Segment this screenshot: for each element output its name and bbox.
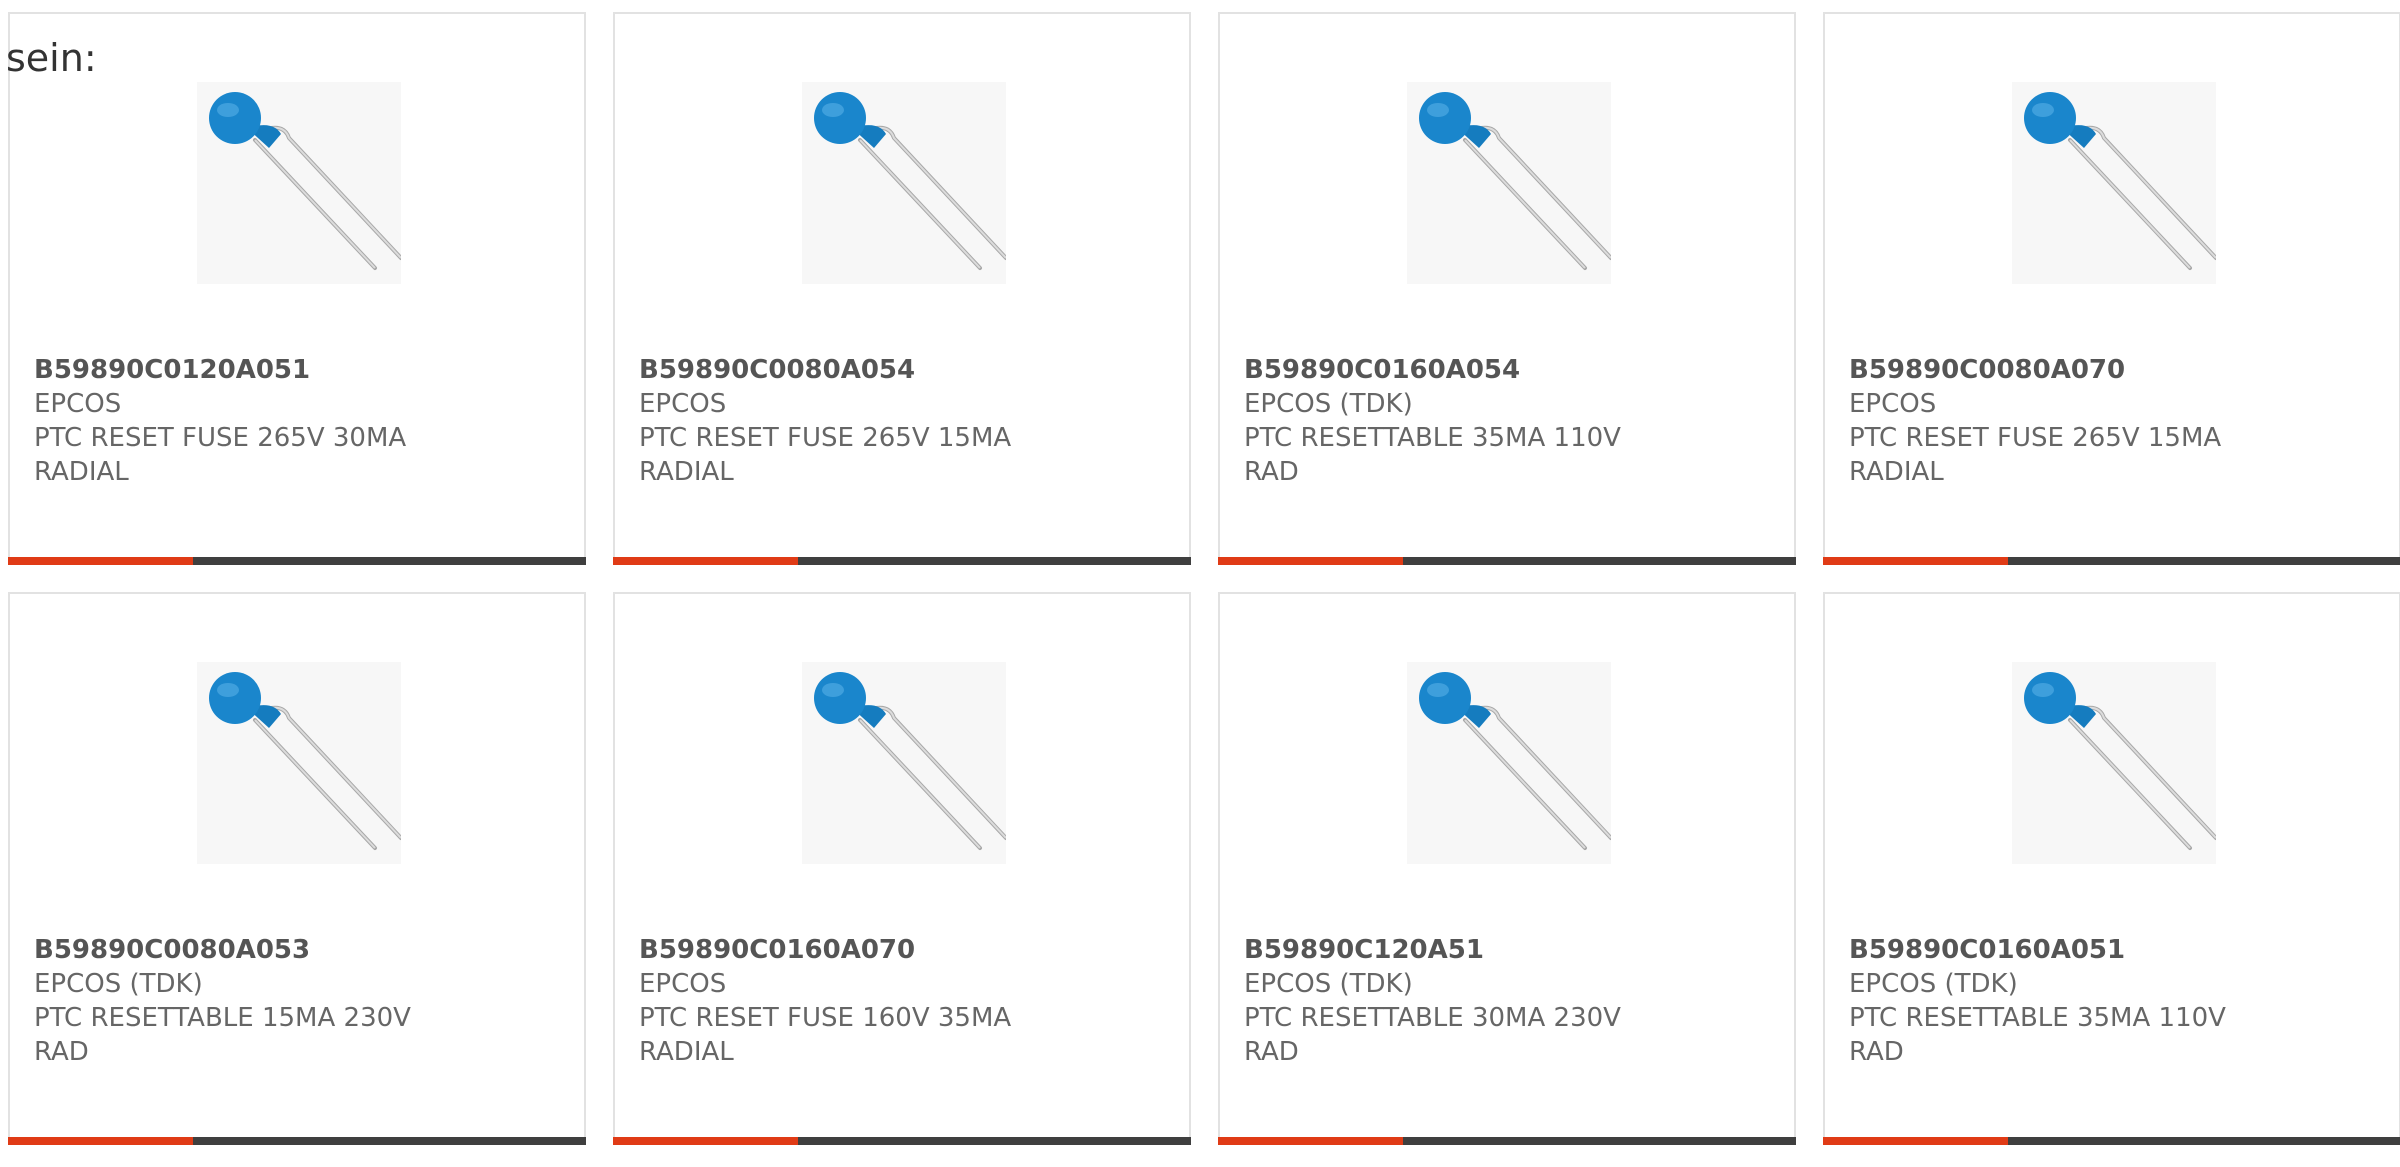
manufacturer-name: EPCOS [34,389,122,419]
part-number-link[interactable]: B59890C0120A051 [34,353,564,387]
card-body: B59890C0080A054 EPCOS PTC RESET FUSE 265… [639,353,1169,489]
accent-bar-dark [1403,1137,1796,1145]
accent-bar-dark [798,557,1191,565]
accent-bar-dark [193,557,586,565]
accent-bar-orange [1218,1137,1403,1145]
accent-bar-orange [1823,557,2008,565]
part-number-link[interactable]: B59890C0080A070 [1849,353,2379,387]
card-accent-bar [1218,557,1796,565]
accent-bar-orange [1823,1137,2008,1145]
card-body: B59890C0120A051 EPCOS PTC RESET FUSE 265… [34,353,564,489]
ptc-thermistor-image[interactable] [197,662,401,864]
product-card[interactable]: B59890C0080A053 EPCOS (TDK) PTC RESETTAB… [8,592,586,1145]
manufacturer-name: EPCOS (TDK) [1244,389,1413,419]
accent-bar-orange [613,557,798,565]
accent-bar-orange [8,1137,193,1145]
manufacturer-name: EPCOS [639,389,727,419]
accent-bar-dark [193,1137,586,1145]
part-number-link[interactable]: B59890C0160A051 [1849,933,2379,967]
part-number-link[interactable]: B59890C0160A054 [1244,353,1774,387]
intro-text: sein: [6,36,97,80]
card-body: B59890C0080A070 EPCOS PTC RESET FUSE 265… [1849,353,2379,489]
product-description: PTC RESETTABLE 35MA 110V RAD [1849,1003,2226,1067]
card-accent-bar [1823,1137,2400,1145]
card-accent-bar [613,1137,1191,1145]
ptc-thermistor-image[interactable] [2012,662,2216,864]
product-description: PTC RESET FUSE 265V 30MA RADIAL [34,423,407,487]
card-accent-bar [8,557,586,565]
product-card[interactable]: B59890C0080A054 EPCOS PTC RESET FUSE 265… [613,12,1191,565]
ptc-thermistor-image[interactable] [2012,82,2216,284]
product-card[interactable]: B59890C0120A051 EPCOS PTC RESET FUSE 265… [8,12,586,565]
manufacturer-name: EPCOS (TDK) [34,969,203,999]
card-body: B59890C120A51 EPCOS (TDK) PTC RESETTABLE… [1244,933,1774,1069]
card-accent-bar [8,1137,586,1145]
card-body: B59890C0160A051 EPCOS (TDK) PTC RESETTAB… [1849,933,2379,1069]
product-card[interactable]: B59890C0160A054 EPCOS (TDK) PTC RESETTAB… [1218,12,1796,565]
manufacturer-name: EPCOS (TDK) [1849,969,2018,999]
product-card[interactable]: B59890C0160A051 EPCOS (TDK) PTC RESETTAB… [1823,592,2400,1145]
ptc-thermistor-image[interactable] [1407,662,1611,864]
manufacturer-name: EPCOS [1849,389,1937,419]
accent-bar-orange [613,1137,798,1145]
accent-bar-orange [8,557,193,565]
manufacturer-name: EPCOS (TDK) [1244,969,1413,999]
product-description: PTC RESETTABLE 30MA 230V RAD [1244,1003,1621,1067]
product-description: PTC RESET FUSE 265V 15MA RADIAL [639,423,1012,487]
ptc-thermistor-image[interactable] [802,662,1006,864]
accent-bar-orange [1218,557,1403,565]
product-card[interactable]: B59890C120A51 EPCOS (TDK) PTC RESETTABLE… [1218,592,1796,1145]
product-grid: B59890C0120A051 EPCOS PTC RESET FUSE 265… [8,12,2400,1145]
accent-bar-dark [1403,557,1796,565]
part-number-link[interactable]: B59890C0080A054 [639,353,1169,387]
card-body: B59890C0080A053 EPCOS (TDK) PTC RESETTAB… [34,933,564,1069]
card-accent-bar [1218,1137,1796,1145]
accent-bar-dark [2008,557,2400,565]
product-description: PTC RESETTABLE 15MA 230V RAD [34,1003,411,1067]
accent-bar-dark [2008,1137,2400,1145]
product-description: PTC RESET FUSE 160V 35MA RADIAL [639,1003,1012,1067]
card-body: B59890C0160A070 EPCOS PTC RESET FUSE 160… [639,933,1169,1069]
accent-bar-dark [798,1137,1191,1145]
ptc-thermistor-image[interactable] [197,82,401,284]
card-accent-bar [1823,557,2400,565]
part-number-link[interactable]: B59890C0160A070 [639,933,1169,967]
part-number-link[interactable]: B59890C120A51 [1244,933,1774,967]
product-description: PTC RESETTABLE 35MA 110V RAD [1244,423,1621,487]
manufacturer-name: EPCOS [639,969,727,999]
card-accent-bar [613,557,1191,565]
ptc-thermistor-image[interactable] [802,82,1006,284]
product-description: PTC RESET FUSE 265V 15MA RADIAL [1849,423,2222,487]
card-body: B59890C0160A054 EPCOS (TDK) PTC RESETTAB… [1244,353,1774,489]
product-card[interactable]: B59890C0160A070 EPCOS PTC RESET FUSE 160… [613,592,1191,1145]
ptc-thermistor-image[interactable] [1407,82,1611,284]
product-card[interactable]: B59890C0080A070 EPCOS PTC RESET FUSE 265… [1823,12,2400,565]
part-number-link[interactable]: B59890C0080A053 [34,933,564,967]
